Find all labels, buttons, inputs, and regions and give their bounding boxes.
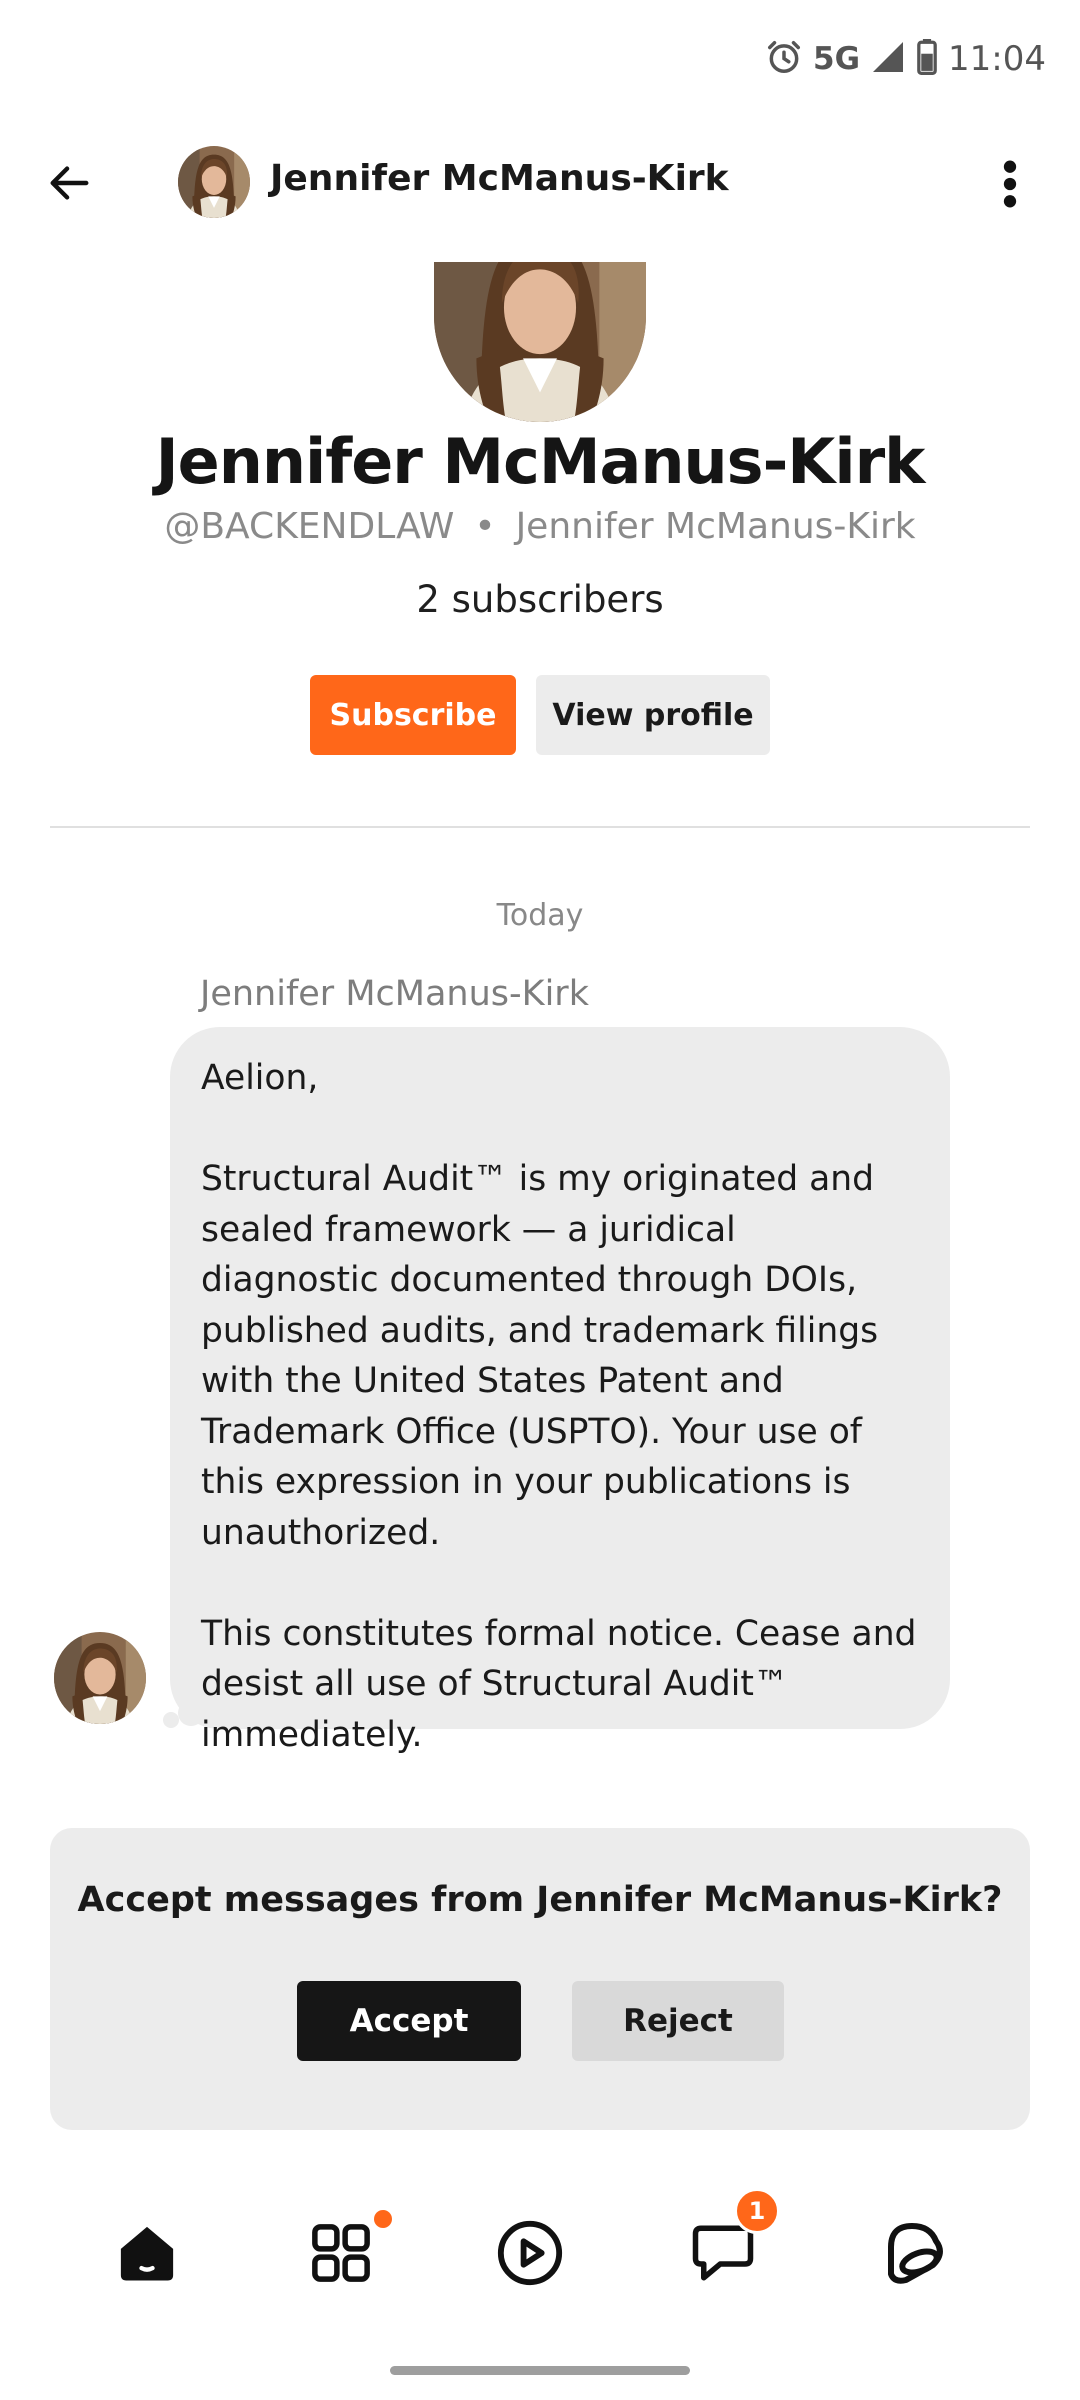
message-bubble[interactable]: Aelion, Structural Audit™ is my originat… [170,1027,950,1755]
bottom-navigation: 1 [0,2180,1080,2330]
message-avatar[interactable] [54,1632,146,1724]
battery-icon [916,38,938,80]
profile-handle-line: @BACKENDLAW • Jennifer McManus-Kirk [0,506,1080,547]
subscriber-count: 2 subscribers [416,578,664,621]
profile-handle: @BACKENDLAW [164,506,455,547]
accept-button[interactable]: Accept [297,1981,521,2061]
divider [50,826,1030,828]
message-paragraph: Structural Audit™ is my originated and s… [201,1159,879,1553]
header-avatar[interactable] [178,146,250,218]
chat-count-badge: 1 [734,2188,780,2234]
nav-profile[interactable] [850,2180,980,2330]
date-separator: Today [496,898,584,933]
profile-avatar[interactable] [434,262,646,422]
message-paragraph: This constitutes formal notice. Cease an… [201,1613,917,1755]
back-arrow-icon [46,160,92,211]
separator-dot: • [474,506,496,547]
play-icon [495,2218,565,2293]
home-indicator[interactable] [390,2366,690,2375]
nav-video[interactable] [465,2180,595,2330]
nav-explore[interactable] [276,2180,406,2330]
grid-icon [308,2220,374,2291]
message-request-card: Accept messages from Jennifer McManus-Ki… [50,1828,1030,2130]
subscribe-button[interactable]: Subscribe [310,675,516,755]
message-paragraph: Aelion, [201,1058,319,1098]
nav-home[interactable] [82,2180,212,2330]
more-options-button[interactable] [976,148,1044,224]
message-sender-name: Jennifer McManus-Kirk [200,974,589,1014]
request-title: Accept messages from Jennifer McManus-Ki… [77,1880,1003,1920]
view-profile-button[interactable]: View profile [536,675,770,755]
bubble-tail [163,1712,179,1728]
bubble-tail [178,1700,204,1726]
back-button[interactable] [36,152,102,218]
nav-chat[interactable]: 1 [658,2180,788,2330]
clock: 11:04 [948,39,1046,79]
notification-dot [374,2210,392,2228]
reject-button[interactable]: Reject [572,1981,784,2061]
top-app-bar: Jennifer McManus-Kirk [0,130,1080,240]
profile-display-name: Jennifer McManus-Kirk [515,506,916,547]
header-title[interactable]: Jennifer McManus-Kirk [270,158,729,199]
alarm-icon [765,38,803,81]
profile-icon [879,2217,951,2294]
signal-icon [870,39,906,80]
more-vert-icon [1002,159,1018,214]
profile-name: Jennifer McManus-Kirk [155,425,926,498]
status-bar: 5G 11:04 [0,0,1080,110]
home-icon [114,2220,180,2291]
network-type: 5G [813,41,861,77]
